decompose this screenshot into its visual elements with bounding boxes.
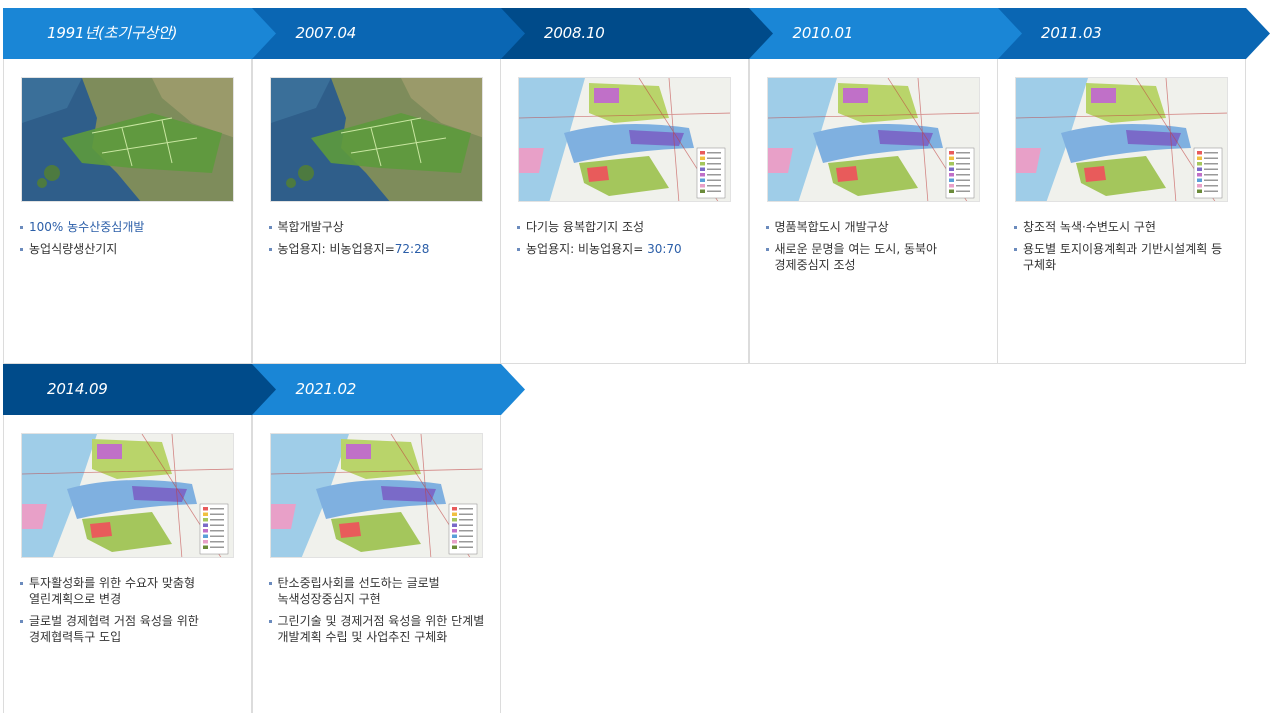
description-text: 다기능 융복합기지 조성 [526,220,645,234]
timeline-card: 탄소중립사회를 선도하는 글로벌 녹색성장중심지 구현그린기술 및 경제거점 육… [251,364,525,713]
ratio-value: 72:28 [394,242,430,256]
satellite-map [269,77,483,202]
description-item: 새로운 문명을 여는 도시, 동북아 경제중심지 조성 [765,241,986,273]
description-text: 새로운 문명을 여는 도시, 동북아 경제중심지 조성 [774,242,938,272]
satellite-map [21,77,234,202]
land-use-map [518,77,731,202]
description-item: 복합개발구상 [268,219,489,235]
description-text: 글로벌 경제협력 거점 육성을 위한 경제협력특구 도입 [29,614,199,644]
description-text: 농업용지: 비농업용지= [277,242,395,256]
timeline-card: 투자활성화를 위한 수요자 맞춤형 열린계획으로 변경글로벌 경제협력 거점 육… [3,364,276,713]
description-item: 탄소중립사회를 선도하는 글로벌 녹색성장중심지 구현 [268,575,489,607]
timeline-card: 100% 농수산중심개발농업식량생산기지 1991년(초기구상안) [3,8,276,364]
description-text: 창조적 녹색·수변도시 구현 [1023,220,1156,234]
timeline-date-banner: 2007.04 [251,8,525,59]
timeline-date: 2010.01 [792,24,854,42]
banner-arrow-shape [500,8,773,59]
timeline-date-banner: 2010.01 [748,8,1022,59]
timeline-card: 창조적 녹색·수변도시 구현용도별 토지이용계획과 기반시설계획 등 구체화 20… [997,8,1270,364]
land-use-map [766,77,980,202]
timeline-card: 명품복합도시 개발구상새로운 문명을 여는 도시, 동북아 경제중심지 조성 20… [748,8,1022,364]
description-item: 농업식량생산기지 [20,241,240,257]
description-item: 100% 농수산중심개발 [20,219,240,235]
description-text: 100% 농수산중심개발 [29,220,145,234]
timeline-date-banner: 2011.03 [997,8,1270,59]
timeline-card: 복합개발구상농업용지: 비농업용지=72:28 2007.04 [251,8,525,364]
timeline-date-banner: 2008.10 [500,8,773,59]
land-use-map [21,433,234,558]
timeline-date-banner: 2014.09 [3,364,276,415]
description-text: 투자활성화를 위한 수요자 맞춤형 열린계획으로 변경 [29,576,196,606]
timeline-description-list: 명품복합도시 개발구상새로운 문명을 여는 도시, 동북아 경제중심지 조성 [765,219,986,279]
description-item: 용도별 토지이용계획과 기반시설계획 등 구체화 [1014,241,1234,273]
banner-arrow-shape [748,8,1022,59]
banner-arrow-shape [251,8,525,59]
timeline-description-list: 다기능 융복합기지 조성농업용지: 비농업용지= 30:70 [517,219,737,263]
timeline-date: 2007.04 [295,24,357,42]
description-text: 복합개발구상 [277,220,344,234]
description-item: 그린기술 및 경제거점 육성을 위한 단계별 개발계획 수립 및 사업추진 구체… [268,613,489,645]
description-item: 농업용지: 비농업용지=72:28 [268,241,489,257]
timeline-date: 2014.09 [47,380,108,398]
description-item: 창조적 녹색·수변도시 구현 [1014,219,1234,235]
description-text: 그린기술 및 경제거점 육성을 위한 단계별 개발계획 수립 및 사업추진 구체… [277,614,485,644]
timeline-date: 2008.10 [544,24,605,42]
description-item: 농업용지: 비농업용지= 30:70 [517,241,737,257]
timeline-date-banner: 2021.02 [251,364,525,415]
banner-arrow-shape [997,8,1270,59]
timeline-description-list: 투자활성화를 위한 수요자 맞춤형 열린계획으로 변경글로벌 경제협력 거점 육… [20,575,240,651]
timeline-date: 2021.02 [295,380,357,398]
timeline-description-list: 복합개발구상농업용지: 비농업용지=72:28 [268,219,489,263]
land-use-map [1015,77,1228,202]
banner-arrow-shape [251,364,525,415]
timeline-date: 2011.03 [1041,24,1102,42]
description-item: 다기능 융복합기지 조성 [517,219,737,235]
land-use-map [269,433,483,558]
timeline-date-banner: 1991년(초기구상안) [3,8,276,59]
description-item: 글로벌 경제협력 거점 육성을 위한 경제협력특구 도입 [20,613,240,645]
description-item: 명품복합도시 개발구상 [765,219,986,235]
description-text: 탄소중립사회를 선도하는 글로벌 녹색성장중심지 구현 [277,576,440,606]
description-text: 농업용지: 비농업용지= [526,242,648,256]
timeline-description-list: 창조적 녹색·수변도시 구현용도별 토지이용계획과 기반시설계획 등 구체화 [1014,219,1234,279]
description-text: 농업식량생산기지 [29,242,118,256]
timeline-date: 1991년(초기구상안) [47,24,178,42]
ratio-value: 30:70 [647,242,682,256]
banner-arrow-shape [3,364,276,415]
description-item: 투자활성화를 위한 수요자 맞춤형 열린계획으로 변경 [20,575,240,607]
description-text: 명품복합도시 개발구상 [774,220,889,234]
timeline-card: 다기능 융복합기지 조성농업용지: 비농업용지= 30:70 2008.10 [500,8,773,364]
timeline-description-list: 100% 농수산중심개발농업식량생산기지 [20,219,240,263]
timeline-description-list: 탄소중립사회를 선도하는 글로벌 녹색성장중심지 구현그린기술 및 경제거점 육… [268,575,489,651]
description-text: 용도별 토지이용계획과 기반시설계획 등 구체화 [1023,242,1223,272]
